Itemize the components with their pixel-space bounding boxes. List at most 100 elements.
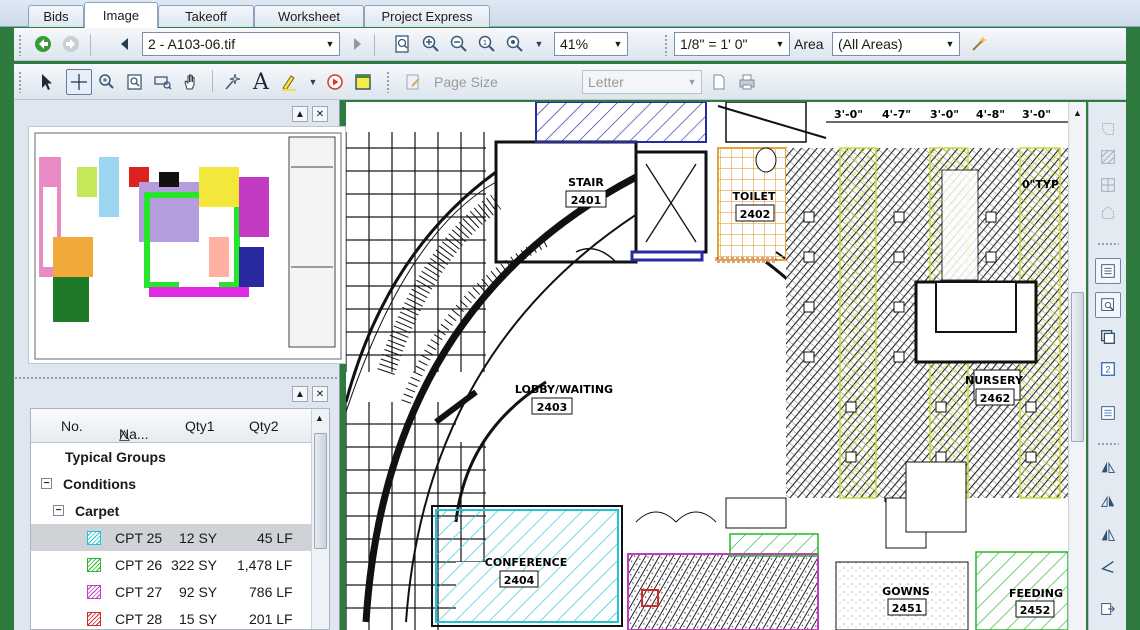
room-number-nursery: 2462 xyxy=(980,392,1011,405)
svg-text:1: 1 xyxy=(483,39,487,47)
group-row-conditions[interactable]: − Conditions xyxy=(31,470,311,497)
select-arrow-icon[interactable] xyxy=(34,69,60,95)
polygon-area-icon[interactable] xyxy=(1095,116,1121,142)
hatch-swatch-icon xyxy=(87,557,101,572)
next-page-icon[interactable] xyxy=(344,31,370,57)
collapse-icon[interactable]: − xyxy=(41,478,52,489)
previous-page-icon[interactable] xyxy=(112,31,138,57)
list-view-icon[interactable] xyxy=(1095,258,1121,284)
collapse-icon[interactable]: − xyxy=(53,505,64,516)
drawing-canvas[interactable]: STAIR 2401 TOILET 2402 LOBBY/WAITING 240… xyxy=(346,102,1068,630)
condition-qty2: 201 LF xyxy=(249,610,293,627)
forward-icon[interactable] xyxy=(58,31,84,57)
hatch-area-icon[interactable] xyxy=(1095,144,1121,170)
condition-qty1: 15 SY xyxy=(179,610,218,627)
floor-plan-drawing: STAIR 2401 TOILET 2402 LOBBY/WAITING 240… xyxy=(346,102,1068,630)
tab-takeoff[interactable]: Takeoff xyxy=(158,5,254,27)
tab-project-express[interactable]: Project Express xyxy=(364,5,490,27)
wand-icon[interactable] xyxy=(966,31,992,57)
condition-qty2: 1,478 LF xyxy=(237,556,293,573)
print-icon[interactable] xyxy=(734,69,760,95)
tab-worksheet[interactable]: Worksheet xyxy=(254,5,364,27)
group-label: Typical Groups xyxy=(65,448,166,465)
area-select[interactable]: (All Areas) ▼ xyxy=(832,32,960,56)
pan-hand-icon[interactable] xyxy=(178,69,204,95)
chevron-down-icon: ▼ xyxy=(775,39,785,49)
group-row-carpet[interactable]: − Carpet xyxy=(31,497,311,524)
zoom-level-select[interactable]: 41% ▼ xyxy=(554,32,628,56)
angle-icon[interactable] xyxy=(1095,554,1121,580)
page-number-icon[interactable]: 2 xyxy=(1095,356,1121,382)
page-select[interactable]: 2 - A103-06.tif ▼ xyxy=(142,32,340,56)
table-row[interactable]: CPT 26 322 SY 1,478 LF xyxy=(31,551,311,578)
crosshair-icon[interactable] xyxy=(66,69,92,95)
copy-to-icon[interactable] xyxy=(1095,596,1121,622)
zoom-out-icon[interactable] xyxy=(446,31,472,57)
table-row[interactable]: CPT 28 15 SY 201 LF xyxy=(31,605,311,629)
close-icon[interactable]: ✕ xyxy=(312,106,328,122)
scale-value: 1/8" = 1' 0" xyxy=(680,36,748,52)
page-size-label: Page Size xyxy=(434,74,498,90)
table-row[interactable]: CPT 25 12 SY 45 LF xyxy=(31,524,311,551)
hatch-swatch-icon xyxy=(87,611,101,626)
flip-right-icon[interactable] xyxy=(1095,488,1121,514)
room-label-gowns: GOWNS xyxy=(882,585,930,598)
toolbar-grip[interactable] xyxy=(386,71,390,93)
zoom-actual-icon[interactable]: 1 xyxy=(474,31,500,57)
zoom-rectangle-icon[interactable] xyxy=(150,69,176,95)
sort-ascending-icon: △ xyxy=(119,425,130,442)
page-setup-icon[interactable] xyxy=(400,69,426,95)
highlighter-icon[interactable] xyxy=(276,69,302,95)
toolbar-grip[interactable] xyxy=(18,34,22,56)
canvas-scrollbar[interactable]: ▲ xyxy=(1068,102,1086,630)
panel-dropdown-icon[interactable]: ▲ xyxy=(292,386,308,402)
toolbar-grip[interactable] xyxy=(664,34,668,56)
room-number-stair: 2401 xyxy=(571,194,602,207)
thumbnail-panel-header: ▲ ✕ xyxy=(14,102,340,126)
table-row[interactable]: CPT 27 92 SY 786 LF xyxy=(31,578,311,605)
scale-select[interactable]: 1/8" = 1' 0" ▼ xyxy=(674,32,790,56)
text-tool-icon[interactable]: A xyxy=(248,69,274,95)
condition-qty1: 322 SY xyxy=(171,556,217,573)
panel-dropdown-icon[interactable]: ▲ xyxy=(292,106,308,122)
layers-icon[interactable] xyxy=(1095,324,1121,350)
new-page-icon[interactable] xyxy=(706,69,732,95)
zoom-in-icon[interactable] xyxy=(418,31,444,57)
tab-bids[interactable]: Bids xyxy=(28,5,84,27)
grid-scrollbar[interactable]: ▲ xyxy=(311,409,329,629)
zoom-page-icon[interactable] xyxy=(390,31,416,57)
flip-left-icon[interactable] xyxy=(1095,454,1121,480)
scroll-up-icon[interactable]: ▲ xyxy=(1073,108,1082,118)
page-size-select[interactable]: Letter ▼ xyxy=(582,70,702,94)
grid-icon[interactable] xyxy=(1095,172,1121,198)
zoom-tool-icon[interactable] xyxy=(94,69,120,95)
close-icon[interactable]: ✕ xyxy=(312,386,328,402)
sticky-note-icon[interactable] xyxy=(350,69,376,95)
properties-icon[interactable] xyxy=(1095,400,1121,426)
cut-area-icon[interactable] xyxy=(1095,200,1121,226)
group-label: Conditions xyxy=(63,475,137,492)
scrollbar-thumb[interactable] xyxy=(1071,292,1084,442)
annotate-star-icon[interactable] xyxy=(220,69,246,95)
search-page-icon[interactable] xyxy=(1095,292,1121,318)
group-row-typical-groups[interactable]: Typical Groups xyxy=(31,443,311,470)
tab-image[interactable]: Image xyxy=(84,2,158,28)
mirror-icon[interactable] xyxy=(1095,522,1121,548)
tab-label: Worksheet xyxy=(278,9,340,24)
column-header-qty1[interactable]: Qty1 xyxy=(185,418,215,434)
toolbar-grip[interactable] xyxy=(18,71,22,93)
condition-qty1: 12 SY xyxy=(179,529,218,546)
record-icon[interactable] xyxy=(322,69,348,95)
tab-label: Bids xyxy=(43,9,69,24)
scroll-up-icon[interactable]: ▲ xyxy=(315,413,324,423)
group-label: Carpet xyxy=(75,502,120,519)
condition-qty1: 92 SY xyxy=(179,583,218,600)
scrollbar-thumb[interactable] xyxy=(314,433,327,549)
zoom-window-icon[interactable] xyxy=(122,69,148,95)
chevron-down-icon[interactable]: ▼ xyxy=(526,31,552,57)
back-icon[interactable] xyxy=(30,31,56,57)
column-header-qty2[interactable]: Qty2 xyxy=(249,418,279,434)
zoom-dropdown-icon[interactable] xyxy=(502,31,528,57)
page-thumbnail[interactable] xyxy=(28,126,346,364)
column-header-no[interactable]: No. xyxy=(61,418,83,434)
